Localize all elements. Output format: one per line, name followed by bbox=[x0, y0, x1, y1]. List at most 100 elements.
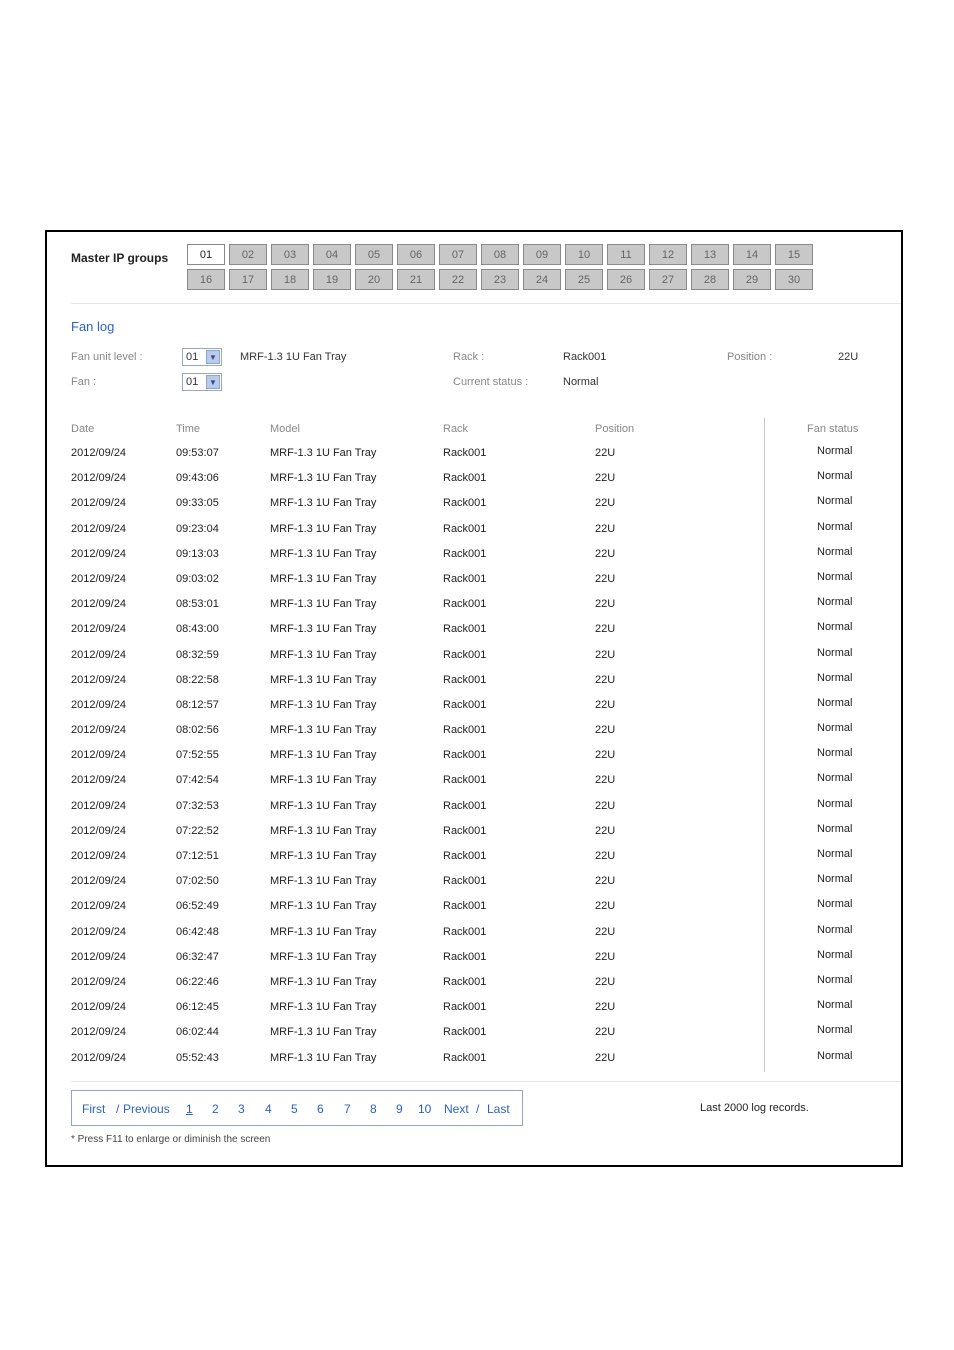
chevron-down-icon[interactable]: ▼ bbox=[206, 350, 220, 364]
position-cell: 22U bbox=[595, 1051, 616, 1064]
ip-group-button-03[interactable]: 03 bbox=[271, 244, 309, 265]
model-cell: MRF-1.3 1U Fan Tray bbox=[270, 824, 377, 837]
model-cell: MRF-1.3 1U Fan Tray bbox=[270, 623, 377, 636]
date-cell: 2012/09/24 bbox=[71, 950, 127, 963]
position-value: 22U bbox=[838, 351, 859, 363]
rack-cell: Rack001 bbox=[443, 724, 487, 737]
ip-group-button-12[interactable]: 12 bbox=[649, 244, 687, 265]
table-row: 2012/09/24 08:22:58 MRF-1.3 1U Fan Tray Rac… bbox=[47, 672, 901, 699]
previous-page-link[interactable]: Previous bbox=[123, 1102, 170, 1116]
ip-group-button-06[interactable]: 06 bbox=[397, 244, 435, 265]
first-page-link[interactable]: First bbox=[82, 1102, 105, 1116]
model-cell: MRF-1.3 1U Fan Tray bbox=[270, 472, 377, 485]
model-cell: MRF-1.3 1U Fan Tray bbox=[270, 774, 377, 787]
date-cell: 2012/09/24 bbox=[71, 799, 127, 812]
page-link-2[interactable]: 2 bbox=[212, 1102, 219, 1116]
current-status-label: Current status : bbox=[453, 376, 529, 388]
ip-group-button-09[interactable]: 09 bbox=[523, 244, 561, 265]
date-cell: 2012/09/24 bbox=[71, 447, 127, 459]
position-cell: 22U bbox=[595, 598, 616, 611]
ip-group-button-26[interactable]: 26 bbox=[607, 269, 645, 290]
ip-group-button-23[interactable]: 23 bbox=[481, 269, 519, 290]
page-link-4[interactable]: 4 bbox=[265, 1102, 272, 1116]
fan-label: Fan : bbox=[71, 376, 97, 388]
time-cell: 06:12:45 bbox=[176, 1001, 219, 1014]
fan-status-cell: Normal bbox=[817, 722, 853, 735]
fan-status-cell: Normal bbox=[817, 470, 853, 483]
rack-cell: Rack001 bbox=[443, 824, 487, 837]
column-header-fan-status: Fan status bbox=[807, 423, 859, 435]
rack-cell: Rack001 bbox=[443, 799, 487, 812]
page-link-5[interactable]: 5 bbox=[291, 1102, 298, 1116]
ip-group-button-24[interactable]: 24 bbox=[523, 269, 561, 290]
time-cell: 06:22:46 bbox=[176, 975, 219, 988]
ip-group-button-18[interactable]: 18 bbox=[271, 269, 309, 290]
table-row: 2012/09/24 06:22:46 MRF-1.3 1U Fan Tray Rac… bbox=[47, 974, 901, 1001]
position-cell: 22U bbox=[595, 648, 616, 661]
page-link-9[interactable]: 9 bbox=[396, 1102, 403, 1116]
date-cell: 2012/09/24 bbox=[71, 673, 127, 686]
position-cell: 22U bbox=[595, 623, 616, 636]
time-cell: 08:22:58 bbox=[176, 673, 219, 686]
ip-group-button-21[interactable]: 21 bbox=[397, 269, 435, 290]
next-page-link[interactable]: Next bbox=[444, 1102, 469, 1116]
date-cell: 2012/09/24 bbox=[71, 648, 127, 661]
time-cell: 09:03:02 bbox=[176, 572, 219, 585]
rack-cell: Rack001 bbox=[443, 774, 487, 787]
time-cell: 08:43:00 bbox=[176, 623, 219, 636]
table-row: 2012/09/24 06:32:47 MRF-1.3 1U Fan Tray Rac… bbox=[47, 949, 901, 976]
ip-group-button-01[interactable]: 01 bbox=[187, 244, 225, 265]
table-row: 2012/09/24 09:53:07 MRF-1.3 1U Fan Tray Rac… bbox=[47, 445, 901, 472]
model-cell: MRF-1.3 1U Fan Tray bbox=[270, 547, 377, 560]
ip-group-button-29[interactable]: 29 bbox=[733, 269, 771, 290]
model-cell: MRF-1.3 1U Fan Tray bbox=[270, 799, 377, 812]
ip-group-button-10[interactable]: 10 bbox=[565, 244, 603, 265]
date-cell: 2012/09/24 bbox=[71, 850, 127, 862]
table-row: 2012/09/24 08:32:59 MRF-1.3 1U Fan Tray Rac… bbox=[47, 647, 901, 674]
model-cell: MRF-1.3 1U Fan Tray bbox=[270, 598, 377, 611]
page-link-6[interactable]: 6 bbox=[317, 1102, 324, 1116]
ip-group-button-16[interactable]: 16 bbox=[187, 269, 225, 290]
rack-cell: Rack001 bbox=[443, 900, 487, 913]
ip-group-button-05[interactable]: 05 bbox=[355, 244, 393, 265]
ip-group-button-22[interactable]: 22 bbox=[439, 269, 477, 290]
ip-group-button-14[interactable]: 14 bbox=[733, 244, 771, 265]
fan-status-cell: Normal bbox=[817, 797, 853, 810]
page-link-1[interactable]: 1 bbox=[186, 1102, 193, 1116]
table-row: 2012/09/24 09:03:02 MRF-1.3 1U Fan Tray Rac… bbox=[47, 571, 901, 598]
ip-group-button-11[interactable]: 11 bbox=[607, 244, 645, 265]
rack-cell: Rack001 bbox=[443, 749, 487, 762]
fan-select[interactable]: 01 ▼ bbox=[182, 373, 222, 391]
fan-value: 01 bbox=[186, 376, 199, 388]
position-cell: 22U bbox=[595, 824, 616, 837]
ip-group-button-30[interactable]: 30 bbox=[775, 269, 813, 290]
fan-status-cell: Normal bbox=[817, 495, 853, 508]
ip-group-button-02[interactable]: 02 bbox=[229, 244, 267, 265]
last-page-link[interactable]: Last bbox=[487, 1102, 510, 1116]
ip-group-button-28[interactable]: 28 bbox=[691, 269, 729, 290]
page-link-10[interactable]: 10 bbox=[418, 1102, 431, 1116]
fan-status-cell: Normal bbox=[817, 621, 853, 634]
ip-group-button-07[interactable]: 07 bbox=[439, 244, 477, 265]
model-cell: MRF-1.3 1U Fan Tray bbox=[270, 1051, 377, 1064]
ip-group-button-08[interactable]: 08 bbox=[481, 244, 519, 265]
ip-group-button-25[interactable]: 25 bbox=[565, 269, 603, 290]
model-cell: MRF-1.3 1U Fan Tray bbox=[270, 900, 377, 913]
page-link-8[interactable]: 8 bbox=[370, 1102, 377, 1116]
page-link-7[interactable]: 7 bbox=[344, 1102, 351, 1116]
date-cell: 2012/09/24 bbox=[71, 875, 127, 888]
ip-group-button-27[interactable]: 27 bbox=[649, 269, 687, 290]
fan-status-cell: Normal bbox=[817, 545, 853, 558]
page-link-3[interactable]: 3 bbox=[238, 1102, 245, 1116]
ip-group-button-15[interactable]: 15 bbox=[775, 244, 813, 265]
rack-cell: Rack001 bbox=[443, 975, 487, 988]
ip-group-button-20[interactable]: 20 bbox=[355, 269, 393, 290]
fan-unit-level-select[interactable]: 01 ▼ bbox=[182, 348, 222, 366]
chevron-down-icon[interactable]: ▼ bbox=[206, 375, 220, 389]
date-cell: 2012/09/24 bbox=[71, 472, 127, 485]
ip-group-button-04[interactable]: 04 bbox=[313, 244, 351, 265]
ip-group-button-19[interactable]: 19 bbox=[313, 269, 351, 290]
table-row: 2012/09/24 08:43:00 MRF-1.3 1U Fan Tray Rac… bbox=[47, 621, 901, 648]
ip-group-button-13[interactable]: 13 bbox=[691, 244, 729, 265]
ip-group-button-17[interactable]: 17 bbox=[229, 269, 267, 290]
